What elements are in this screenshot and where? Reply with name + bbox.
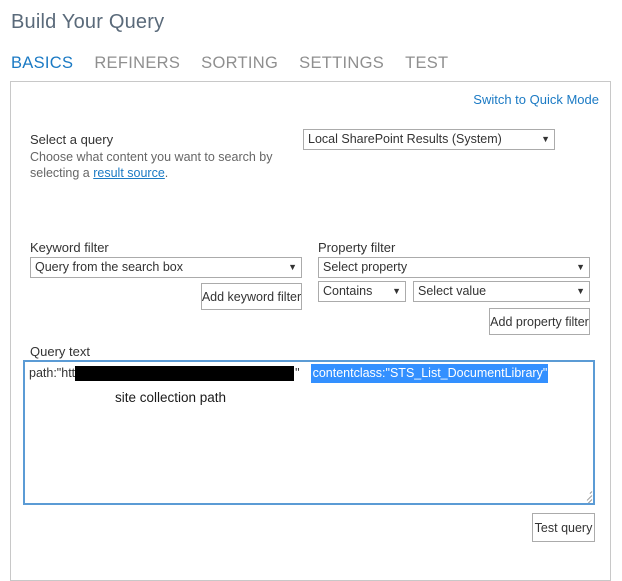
switch-to-quick-mode-link[interactable]: Switch to Quick Mode bbox=[473, 92, 599, 107]
query-text-suffix: " bbox=[295, 366, 300, 380]
site-collection-path-annotation: site collection path bbox=[115, 390, 227, 405]
result-source-select[interactable]: Local SharePoint Results (System) ▼ bbox=[303, 129, 555, 150]
chevron-down-icon: ▼ bbox=[576, 262, 585, 272]
query-text-line: path:"htt " contentclass:"STS_List_Documen… bbox=[29, 364, 591, 383]
chevron-down-icon: ▼ bbox=[576, 286, 585, 296]
resize-grip-icon[interactable] bbox=[579, 489, 593, 503]
select-query-block: Select a query Choose what content you w… bbox=[30, 131, 300, 181]
property-filter-operator-value: Contains bbox=[323, 284, 373, 298]
property-filter-property-select[interactable]: Select property ▼ bbox=[318, 257, 590, 278]
basics-panel: Switch to Quick Mode Select a query Choo… bbox=[10, 81, 611, 581]
query-text-label: Query text bbox=[30, 344, 90, 359]
property-filter-operator-select[interactable]: Contains ▼ bbox=[318, 281, 406, 302]
query-text-prefix: path:"htt bbox=[29, 366, 76, 380]
property-filter-value-select[interactable]: Select value ▼ bbox=[413, 281, 590, 302]
select-query-label: Select a query bbox=[30, 132, 114, 147]
tab-settings[interactable]: SETTINGS bbox=[299, 53, 384, 73]
result-source-select-value: Local SharePoint Results (System) bbox=[308, 132, 502, 146]
tab-test[interactable]: TEST bbox=[405, 53, 448, 73]
keyword-filter-select[interactable]: Query from the search box ▼ bbox=[30, 257, 302, 278]
page-title: Build Your Query bbox=[11, 11, 165, 33]
query-text-input[interactable]: path:"htt " contentclass:"STS_List_Documen… bbox=[23, 360, 595, 505]
select-query-description: Choose what content you want to search b… bbox=[30, 149, 300, 181]
chevron-down-icon: ▼ bbox=[392, 286, 401, 296]
tab-sorting[interactable]: SORTING bbox=[201, 53, 278, 73]
property-filter-label: Property filter bbox=[318, 240, 396, 255]
select-query-description-text-2: . bbox=[164, 166, 169, 180]
property-filter-property-value: Select property bbox=[323, 260, 408, 274]
tab-strip: BASICS REFINERS SORTING SETTINGS TEST bbox=[11, 53, 448, 73]
result-source-link[interactable]: result source bbox=[93, 166, 165, 180]
tab-refiners[interactable]: REFINERS bbox=[94, 53, 180, 73]
test-query-button[interactable]: Test query bbox=[532, 513, 595, 542]
add-property-filter-button[interactable]: Add property filter bbox=[489, 308, 590, 335]
redaction-bar bbox=[75, 366, 295, 381]
tab-basics[interactable]: BASICS bbox=[11, 53, 73, 73]
keyword-filter-select-value: Query from the search box bbox=[35, 260, 183, 274]
chevron-down-icon: ▼ bbox=[288, 262, 297, 272]
keyword-filter-label: Keyword filter bbox=[30, 240, 109, 255]
chevron-down-icon: ▼ bbox=[541, 134, 550, 144]
property-filter-value-value: Select value bbox=[418, 284, 487, 298]
query-text-selected-fragment: contentclass:"STS_List_DocumentLibrary" bbox=[310, 364, 549, 383]
add-keyword-filter-button[interactable]: Add keyword filter bbox=[201, 283, 302, 310]
